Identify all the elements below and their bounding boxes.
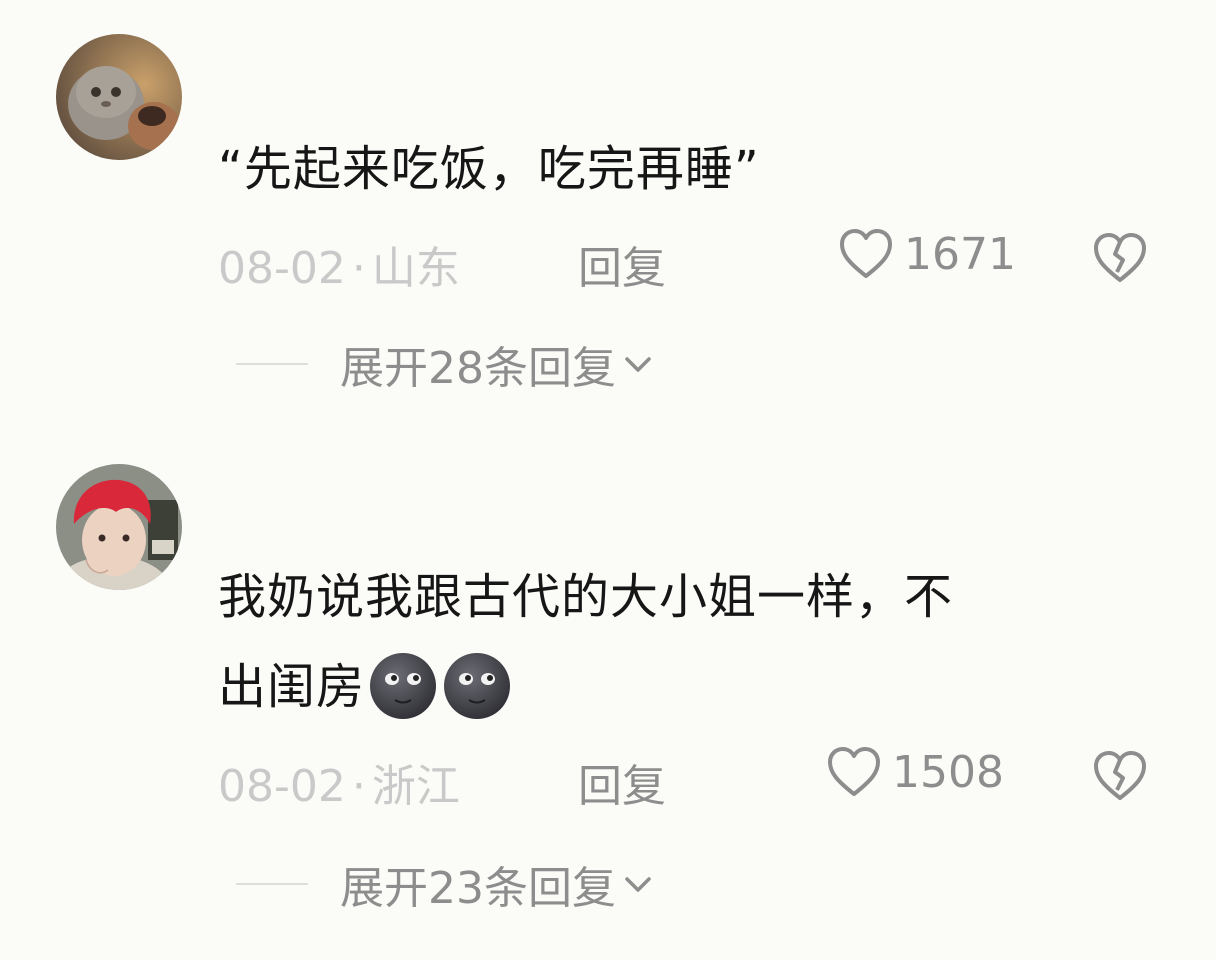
user-avatar[interactable] (56, 464, 182, 590)
like-button[interactable]: 1671 (838, 228, 1016, 280)
chevron-down-icon (625, 877, 651, 892)
divider-line (236, 883, 308, 885)
new-moon-face-icon (441, 650, 513, 722)
expand-replies-label: 展开23条回复 (340, 863, 616, 914)
reply-button[interactable]: 回复 (578, 232, 666, 296)
comment-text: 我奶说我跟古代的大小姐一样，不 (218, 569, 954, 625)
user-avatar[interactable] (56, 34, 182, 160)
cat-avatar-icon (56, 34, 182, 160)
red-hair-person-avatar-icon (56, 464, 182, 590)
like-count: 1671 (904, 228, 1016, 280)
expand-replies-label: 展开28条回复 (340, 343, 616, 394)
dislike-button[interactable] (1092, 750, 1148, 802)
broken-heart-icon (1094, 233, 1146, 282)
new-moon-face-icon (367, 650, 439, 722)
like-count: 1508 (892, 746, 1004, 798)
comment-date-location: 08-02 · 山东 (218, 243, 460, 294)
heart-icon (828, 747, 880, 796)
comment-date-location: 08-02 · 浙江 (218, 761, 460, 812)
comment-text-line2: 出闺房 (218, 653, 513, 726)
comment-text: “先起来吃饭，吃完再睡” (218, 141, 760, 197)
broken-heart-icon (1094, 751, 1146, 800)
divider-line (236, 363, 308, 365)
dislike-button[interactable] (1092, 232, 1148, 284)
expand-replies-button[interactable]: 展开23条回复 (236, 854, 756, 914)
comment-meta: 08-02 · 山东 回复 1671 (218, 228, 1178, 294)
comment-meta: 08-02 · 浙江 回复 1508 (218, 746, 1178, 812)
reply-button[interactable]: 回复 (578, 750, 666, 814)
chevron-down-icon (625, 357, 651, 372)
heart-icon (840, 229, 892, 278)
like-button[interactable]: 1508 (826, 746, 1004, 798)
expand-replies-button[interactable]: 展开28条回复 (236, 334, 756, 394)
